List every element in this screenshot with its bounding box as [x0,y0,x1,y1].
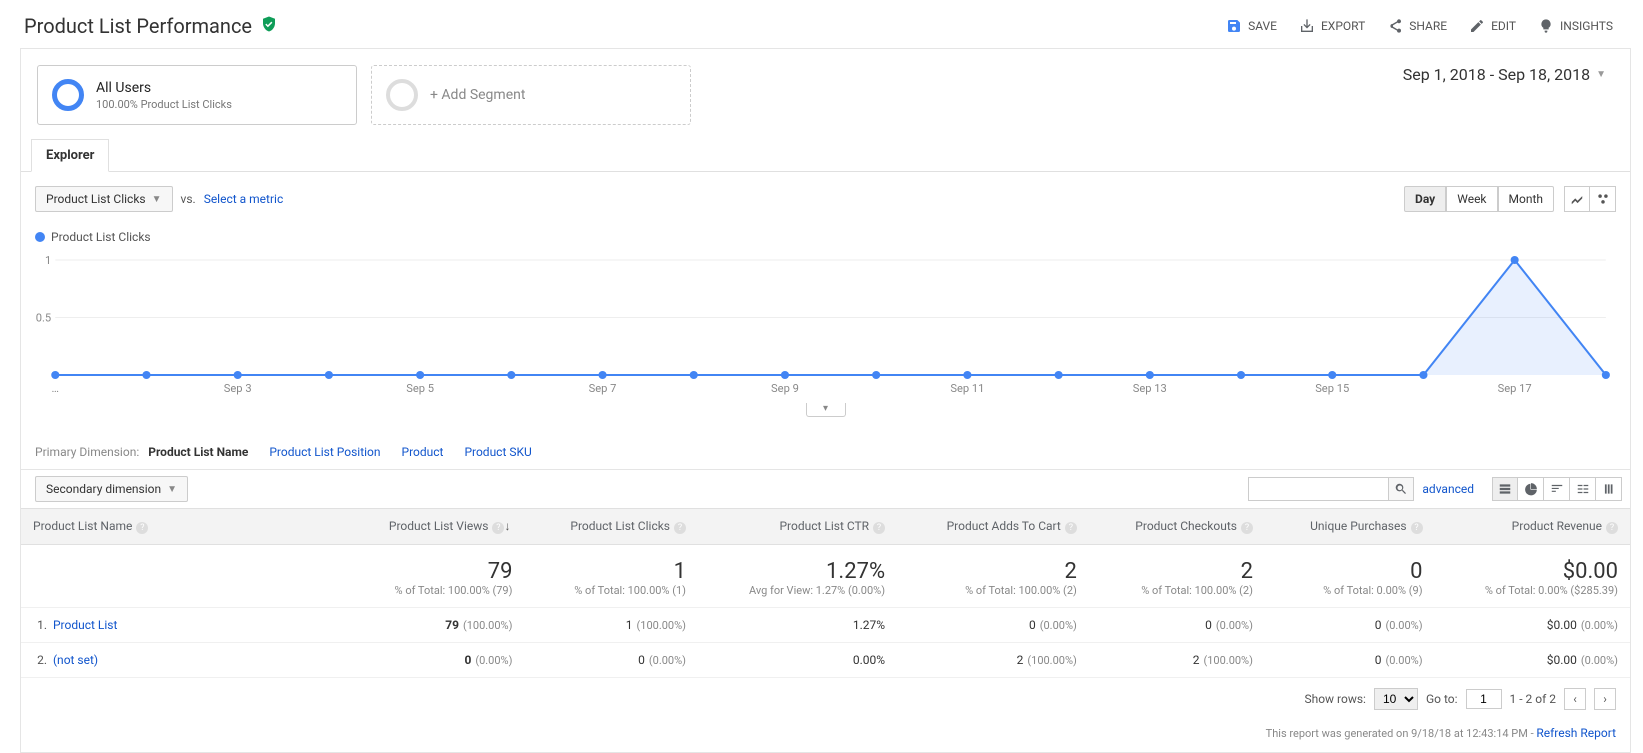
svg-text:Sep 15: Sep 15 [1315,382,1349,395]
segment-circle-placeholder-icon [386,79,418,111]
table-row: 1. Product List 79(100.00%) 1(100.00%) 1… [21,608,1630,643]
svg-text:Sep 7: Sep 7 [589,382,617,395]
help-icon[interactable]: ? [1411,522,1423,534]
granularity-day[interactable]: Day [1404,186,1446,212]
select-metric-link[interactable]: Select a metric [204,192,284,206]
metric-dropdown[interactable]: Product List Clicks▼ [35,186,173,212]
col-ctr[interactable]: Product List CTR? [698,509,897,545]
svg-text:Sep 13: Sep 13 [1133,382,1167,395]
col-adds[interactable]: Product Adds To Cart? [897,509,1089,545]
save-button[interactable]: SAVE [1220,14,1283,38]
row-link[interactable]: Product List [53,618,117,632]
edit-button[interactable]: EDIT [1463,14,1522,38]
help-icon[interactable]: ? [492,522,504,534]
svg-text:0.5: 0.5 [36,312,51,325]
view-table-icon[interactable] [1492,477,1518,501]
granularity-month[interactable]: Month [1498,186,1554,212]
add-segment-label: + Add Segment [430,87,525,103]
help-icon[interactable]: ? [1241,522,1253,534]
next-page-button[interactable]: › [1594,688,1616,710]
share-button[interactable]: SHARE [1381,14,1453,38]
totals-row: 79% of Total: 100.00% (79) 1% of Total: … [21,545,1630,608]
help-icon[interactable]: ? [1606,522,1618,534]
add-segment-button[interactable]: + Add Segment [371,65,691,125]
goto-label: Go to: [1426,692,1458,706]
col-revenue[interactable]: Product Revenue? [1435,509,1630,545]
col-name[interactable]: Product List Name? [21,509,341,545]
chart-resize-handle-icon[interactable]: ▾ [806,403,846,417]
tab-explorer[interactable]: Explorer [31,139,109,172]
chevron-down-icon: ▼ [152,194,162,205]
help-icon[interactable]: ? [136,522,148,534]
svg-text:Sep 9: Sep 9 [771,382,799,395]
legend-dot-icon [35,232,45,242]
table-row: 2. (not set) 0(0.00%) 0(0.00%) 0.00% 2(1… [21,643,1630,678]
help-icon[interactable]: ? [674,522,686,534]
verified-shield-icon [260,15,278,37]
segment-title: All Users [96,80,232,96]
refresh-report-link[interactable]: Refresh Report [1536,726,1616,740]
dim-product[interactable]: Product [402,445,444,459]
col-clicks[interactable]: Product List Clicks? [524,509,698,545]
row-link[interactable]: (not set) [53,653,98,667]
granularity-week[interactable]: Week [1446,186,1497,212]
svg-text:Sep 3: Sep 3 [224,382,252,395]
secondary-dimension-dropdown[interactable]: Secondary dimension▼ [35,476,188,502]
dim-product-sku[interactable]: Product SKU [464,445,531,459]
vs-label: vs. [181,192,196,206]
sort-down-icon: ↓ [504,519,510,533]
search-input[interactable] [1248,477,1388,501]
chart-type-line-icon[interactable] [1564,186,1590,212]
view-pie-icon[interactable] [1518,477,1544,501]
view-performance-icon[interactable] [1544,477,1570,501]
chevron-down-icon: ▼ [167,484,177,495]
dim-product-list-position[interactable]: Product List Position [269,445,380,459]
svg-text:Sep 11: Sep 11 [950,382,984,395]
show-rows-label: Show rows: [1304,692,1365,706]
help-icon[interactable]: ? [873,522,885,534]
chart-type-motion-icon[interactable] [1590,186,1616,212]
page-range: 1 - 2 of 2 [1510,692,1556,706]
chart-legend: Product List Clicks [35,230,1616,244]
view-comparison-icon[interactable] [1570,477,1596,501]
svg-text:Sep 17: Sep 17 [1498,382,1532,395]
help-icon[interactable]: ? [1065,522,1077,534]
prev-page-button[interactable]: ‹ [1564,688,1586,710]
col-views[interactable]: Product List Views?↓ [341,509,524,545]
search-button[interactable] [1388,477,1414,501]
segment-sub: 100.00% Product List Clicks [96,98,232,111]
svg-text:Sep 5: Sep 5 [406,382,434,395]
advanced-link[interactable]: advanced [1422,482,1474,496]
view-pivot-icon[interactable] [1596,477,1622,501]
export-button[interactable]: EXPORT [1293,14,1371,38]
page-input[interactable] [1466,689,1502,709]
svg-text:1: 1 [45,254,51,267]
dim-product-list-name[interactable]: Product List Name [148,445,248,459]
date-range-picker[interactable]: Sep 1, 2018 - Sep 18, 2018 ▼ [1403,65,1614,84]
rows-select[interactable]: 10 [1374,688,1418,710]
svg-text:…: … [52,382,59,395]
data-table: Product List Name? Product List Views?↓ … [21,508,1630,678]
segment-circle-icon [52,79,84,111]
footer-text: This report was generated on 9/18/18 at … [1266,727,1537,740]
dimension-label: Primary Dimension: [35,445,139,459]
chevron-down-icon: ▼ [1596,69,1606,80]
col-unique[interactable]: Unique Purchases? [1265,509,1435,545]
line-chart[interactable]: 0.5 1 … Sep 3 Sep 5 Sep 7 Sep 9 Sep 11 Sep 13 Sep… [35,250,1616,400]
col-checkouts[interactable]: Product Checkouts? [1089,509,1265,545]
page-title: Product List Performance [24,14,252,38]
insights-button[interactable]: INSIGHTS [1532,14,1619,38]
segment-all-users[interactable]: All Users 100.00% Product List Clicks [37,65,357,125]
